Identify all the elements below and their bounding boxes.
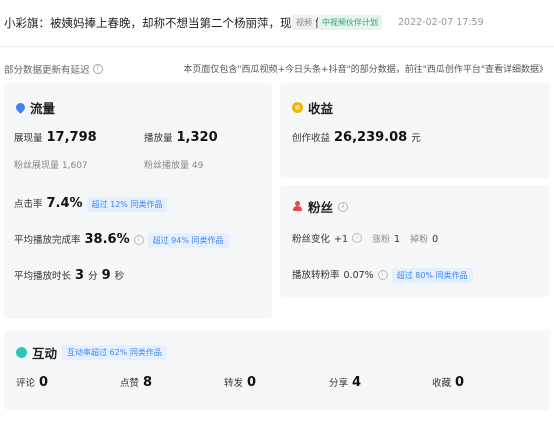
type-tag: 视频 <box>292 15 316 30</box>
fan-plays-value: 49 <box>191 161 204 171</box>
duration-stat: 平均播放时长 3 分 9 秒 <box>14 268 124 283</box>
traffic-header: 流量 <box>14 98 56 117</box>
income-stat: 创作收益 26,239.08 元 <box>292 130 421 145</box>
ctr-label: 点击率 <box>14 199 43 210</box>
fans-title: 粉丝 <box>308 200 334 215</box>
favorites-stat: 收藏 0 <box>432 375 464 390</box>
second-unit: 秒 <box>114 271 125 282</box>
income-label: 创作收益 <box>292 133 331 144</box>
info-icon[interactable]: i <box>338 201 349 212</box>
bubble-icon <box>16 347 27 358</box>
conversion-label: 播放转粉率 <box>292 270 340 281</box>
plays-stat: 播放量 1,320 <box>144 130 218 145</box>
likes-value: 8 <box>143 375 153 390</box>
interaction-header: 互动 互动率超过 62% 同类作品 <box>16 343 167 362</box>
plays-label: 播放量 <box>144 133 173 144</box>
fans-header: 粉丝 i <box>292 197 349 216</box>
duration-label: 平均播放时长 <box>14 271 72 282</box>
completion-stat: 平均播放完成率 38.6% i 超过 94% 同类作品 <box>14 232 229 248</box>
impressions-value: 17,798 <box>46 130 97 145</box>
article-title[interactable]: 小彩旗：被姨妈捧上春晚，却称不想当第二个杨丽萍，现状如何？ <box>4 15 338 31</box>
interaction-title: 互动 <box>32 346 58 361</box>
fan-loss-label: 掉粉 <box>410 235 429 245</box>
likes-label: 点赞 <box>120 378 140 389</box>
fan-gain-label: 涨粉 <box>372 235 391 245</box>
traffic-card: 流量 展现量 17,798 播放量 1,320 粉丝展现量 1,607 粉丝播放… <box>4 83 272 319</box>
fan-change-stat: 粉丝变化 +1 i 涨粉 1 掉粉 0 <box>292 231 438 245</box>
shares-value: 4 <box>352 375 362 390</box>
fan-impressions: 粉丝展现量 1,607 <box>14 158 88 171</box>
reposts-label: 转发 <box>224 378 244 389</box>
fan-loss-value: 0 <box>432 234 439 245</box>
favorites-label: 收藏 <box>432 378 452 389</box>
info-icon[interactable]: i <box>133 235 144 245</box>
interaction-rank-badge: 互动率超过 62% 同类作品 <box>62 345 167 360</box>
fan-plays-label: 粉丝播放量 <box>144 161 190 171</box>
shares-label: 分享 <box>329 378 349 389</box>
comments-value: 0 <box>39 375 49 390</box>
comments-label: 评论 <box>16 378 36 389</box>
help-icon[interactable]: ? <box>92 64 103 74</box>
info-icon[interactable]: i <box>352 233 363 243</box>
shares-stat: 分享 4 <box>329 375 361 390</box>
drop-icon <box>14 101 27 114</box>
fan-impressions-label: 粉丝展现量 <box>14 161 60 171</box>
duration-minutes: 3 <box>75 268 85 283</box>
ctr-stat: 点击率 7.4% 超过 12% 同类作品 <box>14 196 168 212</box>
conversion-rank-badge: 超过 80% 同类作品 <box>391 268 473 283</box>
duration-seconds: 9 <box>101 268 111 283</box>
minute-unit: 分 <box>88 271 98 282</box>
income-value: 26,239.08 <box>334 130 408 145</box>
fan-change-label: 粉丝变化 <box>292 234 331 245</box>
completion-value: 38.6% <box>84 232 130 247</box>
income-unit: 元 <box>411 133 421 144</box>
publish-date: 2022-02-07 17:59 <box>398 17 484 28</box>
income-card: 收益 创作收益 26,239.08 元 <box>280 83 550 178</box>
person-icon <box>292 201 303 212</box>
reposts-value: 0 <box>247 375 257 390</box>
traffic-title: 流量 <box>30 101 56 116</box>
comments-stat: 评论 0 <box>16 375 48 390</box>
coin-icon <box>292 102 303 113</box>
plan-tag: 中视频伙伴计划 <box>318 15 382 30</box>
conversion-value: 0.07% <box>343 270 374 281</box>
ctr-value: 7.4% <box>46 196 83 211</box>
favorites-value: 0 <box>455 375 465 390</box>
fans-card: 粉丝 i 粉丝变化 +1 i 涨粉 1 掉粉 0 播放转粉率 0.07% i 超… <box>280 185 550 297</box>
impressions-label: 展现量 <box>14 133 43 144</box>
info-icon[interactable]: i <box>377 270 388 280</box>
plays-value: 1,320 <box>176 130 218 145</box>
ctr-rank-badge: 超过 12% 同类作品 <box>86 197 168 212</box>
completion-label: 平均播放完成率 <box>14 235 81 246</box>
fan-impressions-value: 1,607 <box>61 161 88 171</box>
income-title: 收益 <box>308 101 334 116</box>
conversion-stat: 播放转粉率 0.07% i 超过 80% 同类作品 <box>292 267 473 283</box>
completion-rank-badge: 超过 94% 同类作品 <box>147 233 229 248</box>
header-divider <box>0 46 554 47</box>
fan-plays: 粉丝播放量 49 <box>144 158 203 171</box>
reposts-stat: 转发 0 <box>224 375 256 390</box>
delay-note: 部分数据更新有延迟 ? <box>4 62 103 76</box>
fan-change-value: +1 <box>334 234 349 245</box>
impressions-stat: 展现量 17,798 <box>14 130 97 145</box>
likes-stat: 点赞 8 <box>120 375 152 390</box>
delay-note-text: 部分数据更新有延迟 <box>4 65 90 76</box>
detail-link[interactable]: 本页面仅包含"西瓜视频+今日头条+抖音"的部分数据，前往"西瓜创作平台"查看详细… <box>183 62 548 75</box>
interaction-card: 互动 互动率超过 62% 同类作品 评论 0 点赞 8 转发 0 分享 4 收藏… <box>4 330 550 410</box>
fan-gain-value: 1 <box>394 234 401 245</box>
income-header: 收益 <box>292 98 333 117</box>
